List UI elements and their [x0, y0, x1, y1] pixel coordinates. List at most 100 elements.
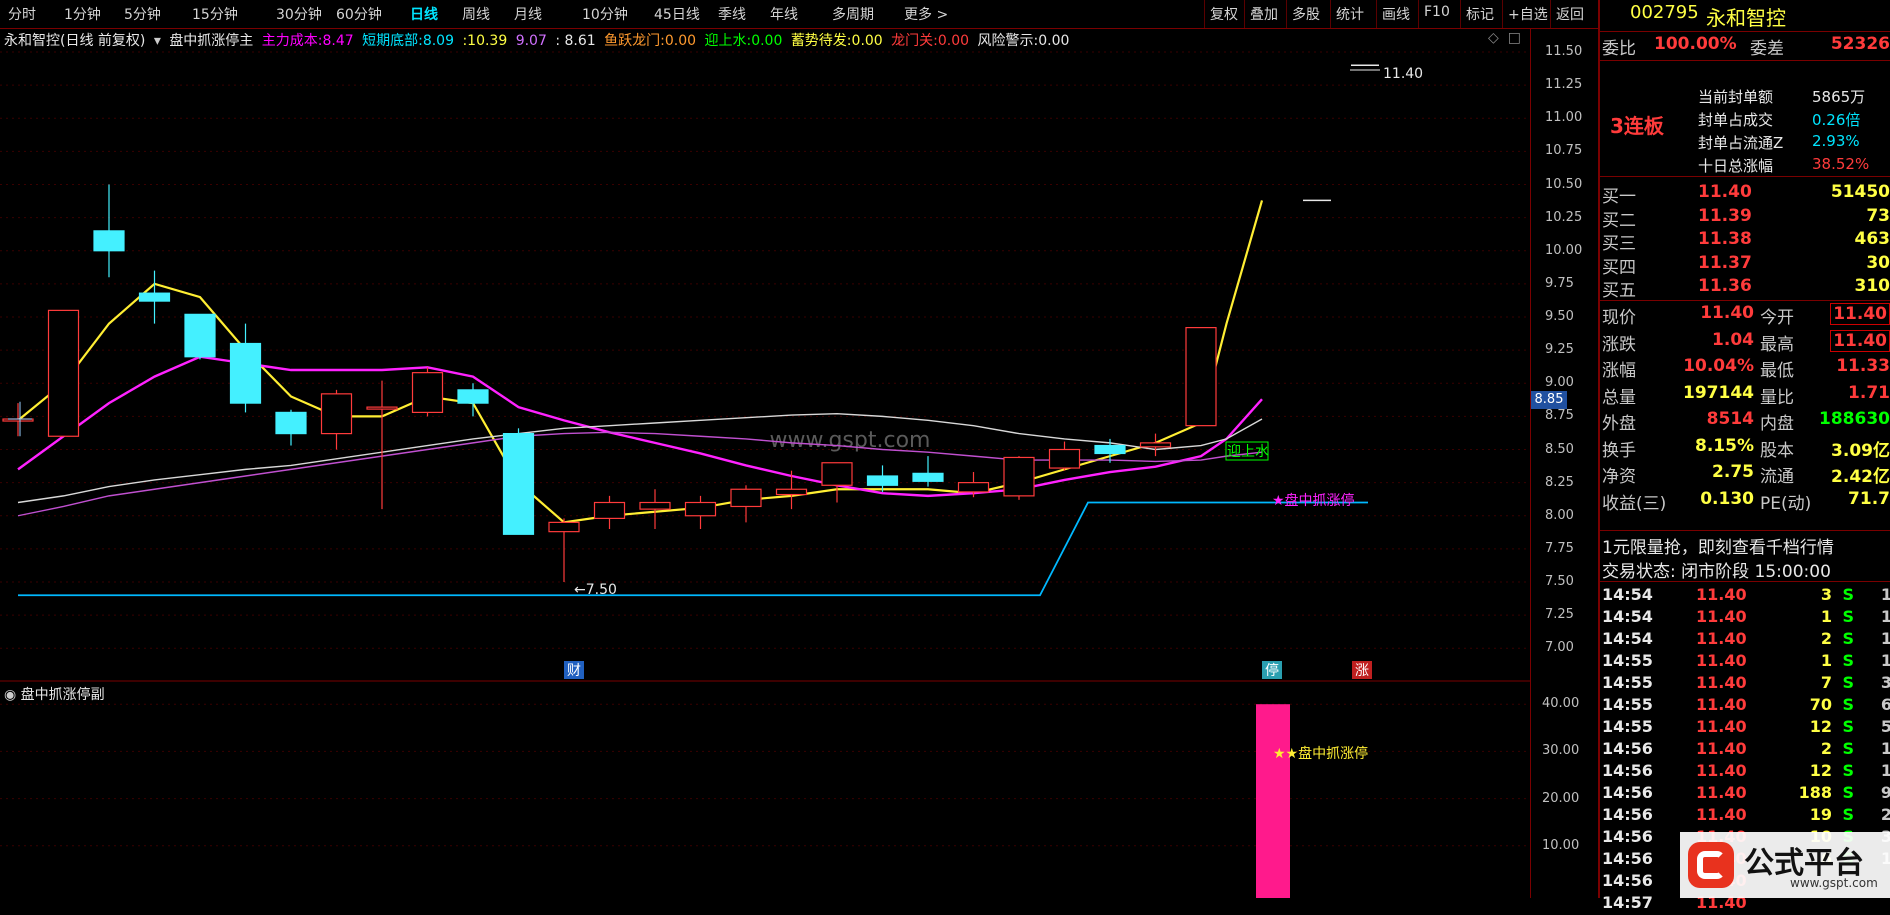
- tool-button-1[interactable]: 叠加: [1250, 4, 1278, 24]
- candle-20: [913, 473, 943, 481]
- period-toolbar: 分时 1分钟 5分钟 15分钟 30分钟 60分钟 日线 周线 月线 10分钟 45日线季线 年线 多周…: [0, 0, 1598, 29]
- period-tab-14[interactable]: 更多 >: [904, 4, 948, 24]
- candle-3: [140, 293, 170, 301]
- quote-label: 总量: [1602, 383, 1636, 408]
- period-tab-10[interactable]: 45日线: [654, 4, 700, 24]
- diamond-icon[interactable]: ◇: [1488, 30, 1499, 46]
- trade-count: 1: [1881, 739, 1890, 758]
- trade-side: S: [1842, 805, 1854, 824]
- gspt-logo: 公式平台 www.gspt.com: [1680, 832, 1890, 898]
- period-tab-13[interactable]: 多周期: [832, 4, 874, 24]
- seal-info-value: 0.26倍: [1812, 109, 1860, 130]
- trade-time: 14:56: [1602, 827, 1653, 846]
- collapse-icon[interactable]: ▾: [154, 33, 161, 49]
- buy-level-price: 11.37: [1698, 253, 1752, 273]
- indicator-name[interactable]: 盘中抓涨停主: [169, 33, 253, 49]
- price-tick: 9.00: [1545, 375, 1574, 390]
- quote-label: 涨跌: [1602, 330, 1636, 355]
- tool-button-2[interactable]: 多股: [1292, 4, 1320, 24]
- tool-button-6[interactable]: 标记: [1466, 4, 1494, 24]
- quote-label: 内盘: [1760, 409, 1794, 434]
- seal-info-row: 十日总涨幅 38.52%: [1600, 155, 1890, 181]
- buy-level-label: 买三: [1602, 229, 1636, 254]
- tool-button-5[interactable]: F10: [1424, 4, 1450, 20]
- tool-button-3[interactable]: 统计: [1336, 4, 1364, 24]
- quote-label: 流通: [1760, 462, 1794, 487]
- trade-count: 1: [1881, 761, 1890, 780]
- buy-level-row[interactable]: 买一 11.40 51450: [1600, 182, 1890, 208]
- status-label: 交易状态:: [1602, 562, 1676, 582]
- buy-level-row[interactable]: 买四 11.37 30: [1600, 253, 1890, 279]
- period-tab-9[interactable]: 10分钟: [582, 4, 628, 24]
- period-tab-11[interactable]: 季线: [718, 4, 746, 24]
- tool-button-0[interactable]: 复权: [1210, 4, 1238, 24]
- trade-row: 14:55 11.40 1 S 1: [1600, 651, 1890, 673]
- period-tab-5[interactable]: 60分钟: [336, 4, 382, 24]
- quote-label: 今开: [1760, 303, 1794, 328]
- collapse-icon[interactable]: ◉: [4, 687, 16, 703]
- price-tick: 8.50: [1545, 442, 1574, 457]
- candlestick-chart[interactable]: www.gspt.com11.40←7.50迎上水★盘中抓涨停财停涨: [0, 28, 1598, 682]
- price-tick: 11.00: [1545, 110, 1582, 125]
- legend-controls[interactable]: ◇ □: [1488, 30, 1521, 46]
- period-tab-7[interactable]: 周线: [462, 4, 490, 24]
- period-tab-8[interactable]: 月线: [514, 4, 542, 24]
- quote-row: 外盘 8514 内盘 188630: [1600, 409, 1890, 435]
- trade-volume: 188: [1799, 783, 1832, 802]
- candle-14: [640, 503, 670, 510]
- close-icon[interactable]: □: [1508, 30, 1521, 46]
- high-price-label: 11.40: [1383, 66, 1423, 82]
- zt-bar: [1256, 704, 1290, 898]
- tool-button-7[interactable]: +自选: [1508, 4, 1548, 24]
- candle-15: [686, 503, 716, 516]
- period-tab-6[interactable]: 日线: [410, 4, 438, 24]
- trade-time: 14:54: [1602, 585, 1653, 604]
- period-tab-2[interactable]: 5分钟: [124, 4, 161, 24]
- period-tab-12[interactable]: 年线: [770, 4, 798, 24]
- buy-level-row[interactable]: 买五 11.36 310: [1600, 276, 1890, 302]
- buy-level-row[interactable]: 买二 11.39 73: [1600, 206, 1890, 232]
- trade-price: 11.40: [1696, 805, 1747, 824]
- candle-10: [458, 390, 488, 403]
- candle-24: [1095, 446, 1125, 454]
- quote-row: 现价 11.40 今开 11.40: [1600, 303, 1890, 329]
- trade-count: 5: [1881, 717, 1890, 736]
- trade-price: 11.40: [1696, 629, 1747, 648]
- price-tick: 7.25: [1545, 607, 1574, 622]
- seal-info-label: 封单占流通Z: [1698, 132, 1783, 153]
- weibi-value: 100.00%: [1654, 34, 1737, 54]
- quote-label: PE(动): [1760, 489, 1811, 514]
- quote-value: 188630: [1819, 409, 1890, 429]
- buy-level-row[interactable]: 买三 11.38 463: [1600, 229, 1890, 255]
- period-tab-0[interactable]: 分时: [8, 4, 36, 24]
- tool-button-4[interactable]: 画线: [1382, 4, 1410, 24]
- dqdb-value: 8.09: [423, 33, 454, 49]
- trade-row: 14:55 11.40 12 S 5: [1600, 717, 1890, 739]
- fxjs-value: 0.00: [1038, 33, 1069, 49]
- zlcb-label: 主力成本:: [262, 33, 323, 49]
- status-value: 闭市阶段 15:00:00: [1681, 562, 1831, 582]
- trade-volume: 12: [1810, 761, 1832, 780]
- period-tab-4[interactable]: 30分钟: [276, 4, 322, 24]
- xsdf-label: 蓄势待发:: [791, 33, 852, 49]
- seal-info-label: 当前封单额: [1698, 86, 1773, 107]
- fxjs-label: 风险警示:: [978, 33, 1039, 49]
- tool-button-8[interactable]: 返回: [1556, 4, 1584, 24]
- trade-time: 14:56: [1602, 761, 1653, 780]
- candle-4: [185, 314, 215, 356]
- trade-volume: 2: [1821, 629, 1832, 648]
- cai-marker: 财: [567, 663, 581, 679]
- sub-indicator-legend[interactable]: ◉ 盘中抓涨停副: [4, 684, 105, 704]
- quote-value: 1.04: [1712, 330, 1754, 350]
- xsdf-value: 0.00: [852, 33, 883, 49]
- period-tab-1[interactable]: 1分钟: [64, 4, 101, 24]
- quote-label: 收益(三): [1602, 489, 1666, 514]
- period-tab-3[interactable]: 15分钟: [192, 4, 238, 24]
- ad-banner[interactable]: 1元限量抢，即刻查看千档行情: [1602, 533, 1834, 558]
- seal-info-value: 2.93%: [1812, 132, 1860, 150]
- seal-info-value: 38.52%: [1812, 155, 1869, 173]
- stock-period-label: 永和智控(日线 前复权): [4, 33, 145, 49]
- lmg-value: 0.00: [938, 33, 969, 49]
- sub-tick: 20.00: [1542, 791, 1579, 806]
- sub-indicator-chart[interactable]: ★★盘中抓涨停: [0, 682, 1598, 898]
